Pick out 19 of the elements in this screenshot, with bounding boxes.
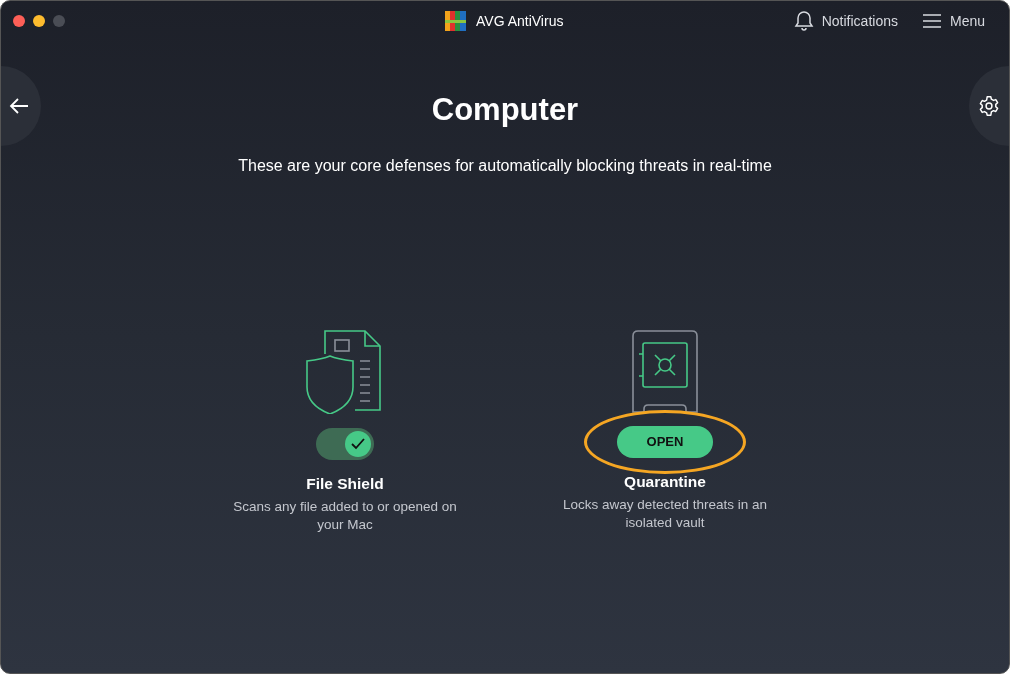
back-arrow-icon bbox=[9, 97, 29, 115]
logo-icon bbox=[444, 9, 468, 33]
bell-icon bbox=[793, 10, 814, 32]
open-button[interactable]: OPEN bbox=[617, 425, 713, 458]
feature-description: Locks away detected threats in an isolated vault bbox=[561, 495, 769, 532]
toggle-switch[interactable] bbox=[316, 427, 374, 460]
checkmark-icon bbox=[351, 437, 365, 450]
menu-icon bbox=[921, 14, 942, 28]
feature-title: File Shield bbox=[306, 473, 384, 494]
feature-description: Scans any file added to or opened on your Mac bbox=[232, 497, 458, 534]
feature-title: Quarantine bbox=[624, 471, 706, 492]
page-subtitle: These are your core defenses for automatically blocking threats in real-time bbox=[238, 155, 772, 176]
menu-link[interactable]: Menu bbox=[921, 10, 985, 32]
notifications-link[interactable]: Notifications bbox=[793, 10, 898, 32]
settings-icon bbox=[978, 95, 1000, 117]
app-title: AVG AntiVirus bbox=[476, 11, 564, 31]
close-button[interactable] bbox=[13, 15, 25, 27]
page-title: Computer bbox=[431, 91, 579, 129]
minimize-button[interactable] bbox=[33, 15, 45, 27]
